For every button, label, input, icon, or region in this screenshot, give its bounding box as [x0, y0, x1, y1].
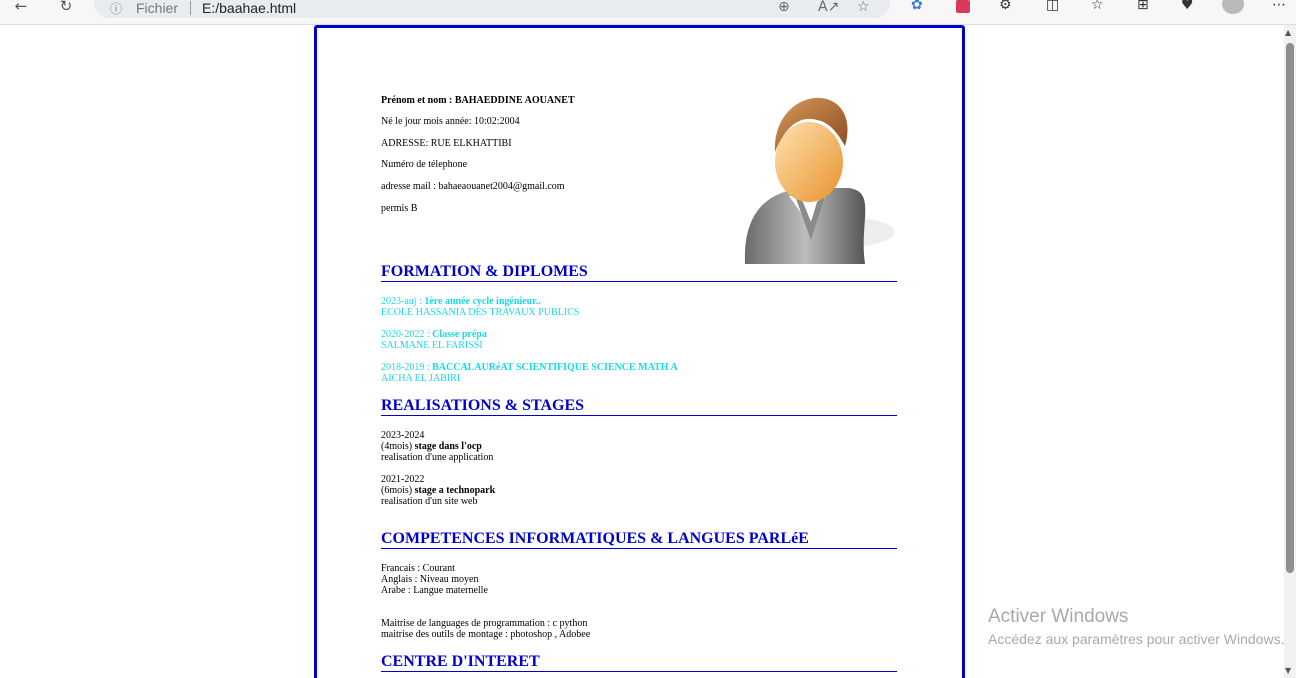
zoom-icon[interactable]: ⊕	[778, 0, 790, 15]
phone-line: Numéro de télephone	[381, 159, 468, 170]
stage-title: stage a technopark	[414, 485, 496, 496]
split-screen-icon[interactable]: ◫	[1046, 0, 1059, 14]
stage-period: 2021-2022	[381, 474, 425, 485]
stage-period: 2023-2024	[381, 430, 425, 441]
info-icon[interactable]: ⓘ	[110, 0, 122, 17]
section-realisations-title: REALISATIONS & STAGES	[381, 398, 897, 416]
email-line: adresse mail : bahaeaouanet2004@gmail.co…	[381, 181, 565, 192]
address-bar[interactable]: ⓘ Fichier E:/baahae.html ⊕ A↗ ☆	[94, 0, 890, 18]
section-competences-title: COMPETENCES INFORMATIQUES & LANGUES PARL…	[381, 531, 897, 549]
browser-toolbar: ← ↻ ⓘ Fichier E:/baahae.html ⊕ A↗ ☆ ✿ ⚙ …	[0, 0, 1296, 25]
language-item: Francais : Courant	[381, 563, 455, 574]
name-label: Prénom et nom :	[381, 95, 453, 106]
formation-title: BACCALAURéAT SCIENTIFIQUE SCIENCE MATH A	[432, 362, 678, 373]
stage-title: stage dans l'ocp	[414, 441, 482, 452]
cv-page: Prénom et nom : BAHAEDDINE AOUANET Né le…	[314, 25, 965, 678]
more-icon[interactable]: ⋯	[1272, 0, 1286, 14]
birth-line: Né le jour mois année: 10:02:2004	[381, 116, 520, 127]
it-skills-list: Maitrise de languages de programmation :…	[381, 618, 590, 640]
formation-period: 2018-2019 :	[381, 362, 430, 373]
page-scrollbar[interactable]: ▲ ▼	[1284, 25, 1296, 678]
stage-duration: (4mois)	[381, 441, 413, 452]
puzzle-icon[interactable]: ⚙	[999, 0, 1012, 14]
formation-item: 2018-2019 : BACCALAURéAT SCIENTIFIQUE SC…	[381, 362, 678, 384]
formation-school: ECOLE HASSANIA DES TRAVAUX PUBLICS	[381, 307, 580, 318]
stage-duration: (6mois)	[381, 485, 413, 496]
windows-activation-title: Activer Windows	[988, 606, 1129, 627]
address-url[interactable]: E:/baahae.html	[202, 0, 296, 16]
scroll-up-arrow-icon[interactable]: ▲	[1285, 28, 1291, 37]
name-value: BAHAEDDINE AOUANET	[454, 95, 575, 106]
scrollbar-thumb[interactable]	[1286, 43, 1294, 573]
stage-desc: realisation d'un site web	[381, 496, 478, 507]
formation-item: 2020-2022 : Classe prépa SALMANE EL FARI…	[381, 329, 487, 351]
license-line: permis B	[381, 203, 418, 214]
address-scheme-label: Fichier	[136, 0, 179, 16]
address-separator	[190, 1, 191, 15]
stage-desc: realisation d'une application	[381, 452, 494, 463]
stage-item: 2023-2024 (4mois) stage dans l'ocp reali…	[381, 430, 493, 463]
read-aloud-icon[interactable]: A↗	[818, 0, 839, 15]
browser-essentials-icon[interactable]: ♥	[1181, 0, 1194, 14]
it-skill-item: maitrise des outils de montage : photosh…	[381, 629, 591, 640]
language-item: Arabe : Langue maternelle	[381, 585, 488, 596]
language-item: Anglais : Niveau moyen	[381, 574, 479, 585]
address-line: ADRESSE: RUE ELKHATTIBI	[381, 138, 512, 149]
formation-school: AICHA EL JABIRI	[381, 373, 461, 384]
formation-school: SALMANE EL FARISSI	[381, 340, 483, 351]
scroll-down-arrow-icon[interactable]: ▼	[1285, 666, 1291, 675]
collections-icon[interactable]: ⊞	[1137, 0, 1149, 14]
formation-title: Classe prépa	[432, 329, 487, 340]
profile-photo-icon	[744, 97, 895, 264]
languages-list: Francais : Courant Anglais : Niveau moye…	[381, 563, 488, 596]
favorites-list-icon[interactable]: ☆	[1091, 0, 1104, 14]
refresh-icon[interactable]: ↻	[55, 0, 77, 22]
formation-title: 1ère année cycle ingénieur..	[424, 296, 541, 307]
stage-item: 2021-2022 (6mois) stage a technopark rea…	[381, 474, 495, 507]
profile-icon[interactable]	[1222, 0, 1244, 14]
translate-icon[interactable]	[956, 0, 970, 13]
back-arrow-icon[interactable]: ←	[10, 0, 32, 22]
name-line: Prénom et nom : BAHAEDDINE AOUANET	[381, 95, 575, 106]
formation-period: 2023-auj :	[381, 296, 422, 307]
favorite-star-icon[interactable]: ☆	[857, 0, 870, 15]
windows-activation-subtitle: Accédez aux paramètres pour activer Wind…	[988, 631, 1285, 647]
extension-icon[interactable]: ✿	[911, 0, 923, 14]
formation-period: 2020-2022 :	[381, 329, 430, 340]
formation-item: 2023-auj : 1ère année cycle ingénieur.. …	[381, 296, 579, 318]
section-interets-title: CENTRE D'INTERET	[381, 654, 897, 672]
section-formation-title: FORMATION & DIPLOMES	[381, 264, 897, 282]
it-skill-item: Maitrise de languages de programmation :…	[381, 618, 588, 629]
